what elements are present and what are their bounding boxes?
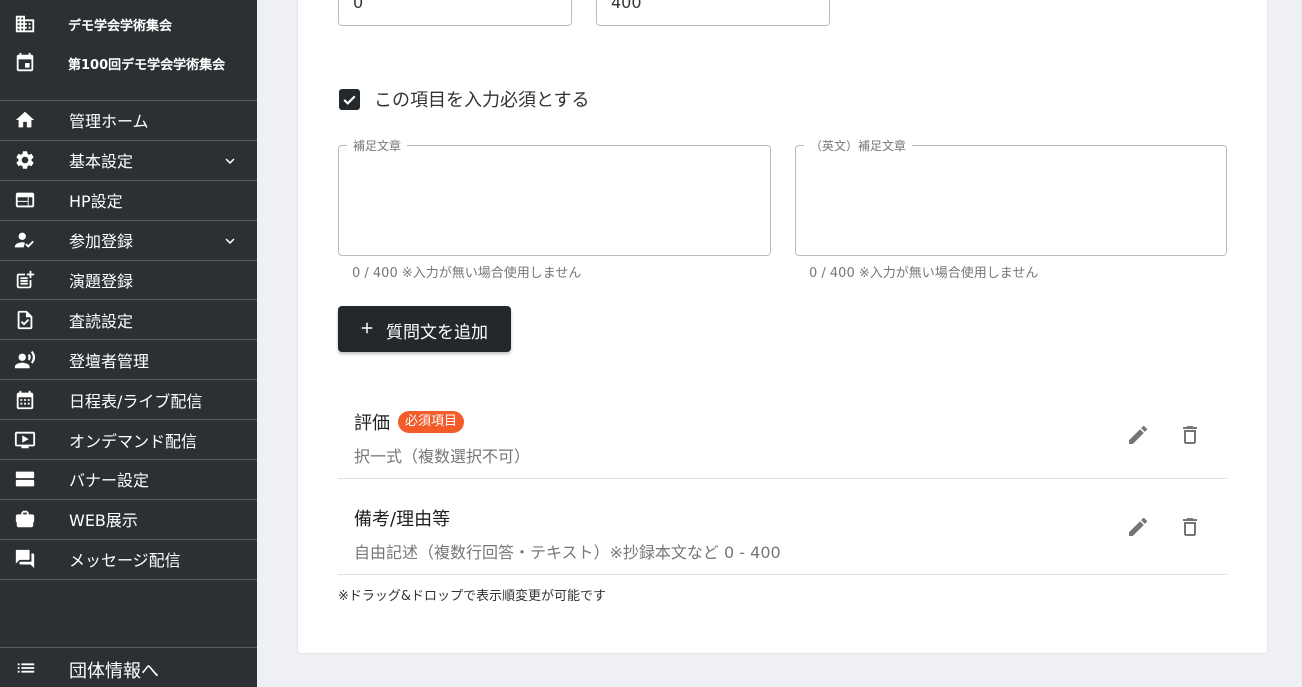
- supplement-en-label: （英文）補足文章: [804, 137, 913, 154]
- org-name: デモ学会学術集会: [68, 18, 173, 34]
- banner-icon: [14, 468, 36, 490]
- sidebar-item-label: バナー設定: [69, 471, 150, 491]
- calendar-icon: [14, 389, 36, 411]
- chat-icon: [14, 548, 36, 570]
- supplement-en-helper: 0 / 400 ※入力が無い場合使用しません: [809, 266, 1039, 281]
- sidebar-item-label: 基本設定: [69, 152, 134, 172]
- sidebar-item-label: WEB展示: [69, 511, 138, 531]
- list-icon: [17, 663, 35, 673]
- add-question-label: 質問文を追加: [386, 323, 488, 343]
- max-value: 400: [611, 0, 642, 12]
- sidebar-item-label: オンデマンド配信: [69, 431, 198, 451]
- plus-icon: [361, 322, 373, 334]
- org-info-link[interactable]: 団体情報へ: [0, 647, 257, 687]
- gear-icon: [14, 149, 36, 171]
- question-subtitle: 自由記述（複数行回答・テキスト）※抄録本文など 0 - 400: [354, 543, 781, 562]
- question-subtitle: 択一式（複数選択不可）: [354, 447, 531, 466]
- add-question-button[interactable]: 質問文を追加: [338, 306, 511, 352]
- question-item[interactable]: 評価 必須項目 択一式（複数選択不可）: [338, 383, 1227, 479]
- event-name-row[interactable]: 第100回デモ学会学術集会: [0, 45, 257, 81]
- sidebar-item-label: 日程表/ライブ配信: [69, 391, 203, 411]
- required-checkbox[interactable]: [339, 88, 360, 110]
- event-icon: [14, 52, 36, 74]
- event-name: 第100回デモ学会学術集会: [68, 57, 226, 73]
- sidebar-item-abstracts[interactable]: 演題登録: [0, 261, 257, 301]
- sidebar-item-registration[interactable]: 参加登録: [0, 221, 257, 261]
- check-icon: [343, 95, 356, 105]
- sidebar-item-basic-settings[interactable]: 基本設定: [0, 141, 257, 181]
- sidebar-item-label: 参加登録: [69, 232, 134, 252]
- sidebar-item-label: 査読設定: [69, 311, 134, 331]
- home-icon: [14, 109, 36, 131]
- person-check-icon: [14, 229, 36, 251]
- sidebar-item-web-exhibit[interactable]: WEB展示: [0, 500, 257, 540]
- min-value-field[interactable]: 0: [338, 0, 572, 26]
- drag-drop-note: ※ドラッグ&ドロップで表示順変更が可能です: [338, 589, 607, 604]
- sidebar-item-on-demand[interactable]: オンデマンド配信: [0, 420, 257, 461]
- edit-icon[interactable]: [1126, 423, 1150, 447]
- web-icon: [14, 189, 36, 211]
- video-icon: [14, 429, 36, 451]
- sidebar-item-hp-settings[interactable]: HP設定: [0, 181, 257, 221]
- building-icon: [14, 13, 36, 35]
- post-add-icon: [14, 269, 36, 291]
- chevron-down-icon[interactable]: [221, 152, 239, 170]
- question-title-row: 評価 必須項目: [354, 409, 465, 435]
- supplement-helper: 0 / 400 ※入力が無い場合使用しません: [352, 266, 582, 281]
- required-checkbox-label: この項目を入力必須とする: [374, 90, 590, 111]
- sidebar-item-label: 演題登録: [69, 272, 134, 291]
- required-checkbox-row[interactable]: この項目を入力必須とする: [339, 87, 589, 111]
- sidebar-item-label: 管理ホーム: [69, 112, 149, 132]
- sidebar-item-banner[interactable]: バナー設定: [0, 460, 257, 500]
- min-value: 0: [353, 0, 364, 12]
- delete-icon[interactable]: [1178, 515, 1202, 539]
- required-badge: 必須項目: [398, 411, 465, 433]
- supplement-en-textarea[interactable]: （英文）補足文章: [795, 137, 1227, 256]
- question-title: 備考/理由等: [354, 509, 451, 530]
- sidebar-nav: 管理ホーム 基本設定 HP設定 参加登録 演題登録 査読設定 登壇者管理 日程表…: [0, 100, 257, 580]
- briefcase-icon: [14, 508, 36, 530]
- supplement-textarea[interactable]: 補足文章: [338, 137, 771, 256]
- edit-icon[interactable]: [1126, 515, 1150, 539]
- sidebar-item-label: メッセージ配信: [69, 551, 181, 571]
- org-name-row[interactable]: デモ学会学術集会: [0, 6, 257, 42]
- sidebar: デモ学会学術集会 第100回デモ学会学術集会 管理ホーム 基本設定 HP設定 参…: [0, 0, 257, 687]
- question-title-row: 備考/理由等: [354, 505, 450, 531]
- sidebar-item-label: HP設定: [69, 192, 123, 212]
- org-info-label: 団体情報へ: [69, 661, 159, 682]
- max-value-field[interactable]: 400: [596, 0, 830, 26]
- sidebar-item-home[interactable]: 管理ホーム: [0, 101, 257, 141]
- sidebar-item-label: 登壇者管理: [69, 351, 150, 371]
- sidebar-item-schedule[interactable]: 日程表/ライブ配信: [0, 380, 257, 421]
- doc-check-icon: [14, 309, 36, 331]
- supplement-label: 補足文章: [347, 137, 408, 154]
- question-title: 評価: [354, 413, 390, 434]
- chevron-down-icon[interactable]: [221, 232, 239, 250]
- delete-icon[interactable]: [1178, 423, 1202, 447]
- sidebar-item-review[interactable]: 査読設定: [0, 300, 257, 341]
- question-item[interactable]: 備考/理由等 自由記述（複数行回答・テキスト）※抄録本文など 0 - 400: [338, 479, 1227, 575]
- sidebar-item-speakers[interactable]: 登壇者管理: [0, 340, 257, 381]
- speaker-icon: [14, 349, 36, 371]
- sidebar-item-messages[interactable]: メッセージ配信: [0, 540, 257, 580]
